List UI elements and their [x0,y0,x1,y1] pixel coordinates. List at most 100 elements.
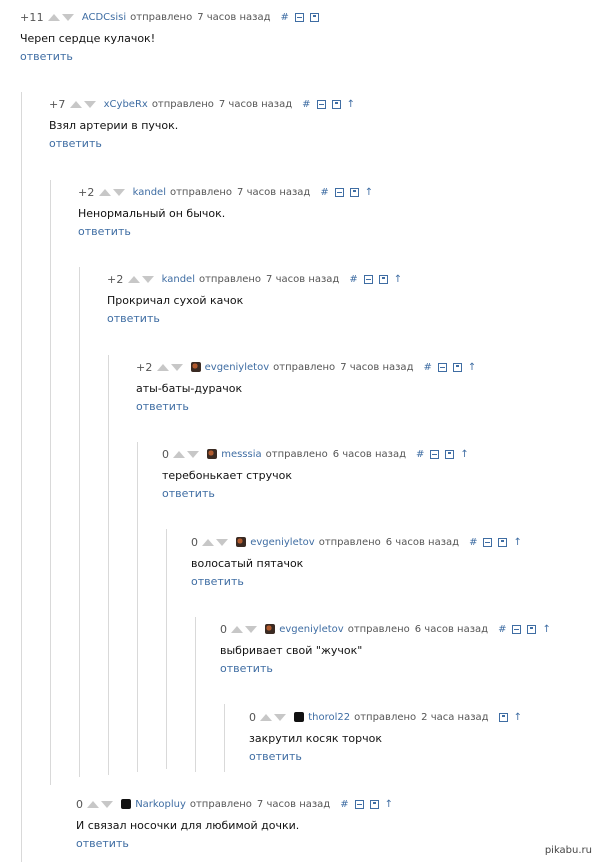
collapse-icon[interactable] [512,624,522,634]
comment-author[interactable]: thorol22 [308,712,350,723]
upvote-icon[interactable] [202,538,215,546]
reply-link[interactable]: ответить [136,400,482,414]
user-avatar-icon[interactable] [265,624,276,634]
collapse-icon[interactable] [294,12,304,22]
site-watermark: pikabu.ru [544,845,592,856]
reply-link[interactable]: ответить [220,662,557,676]
comment-score: 0 [162,447,170,461]
collapse-icon[interactable] [437,362,447,372]
parent-arrow-icon[interactable]: ↑ [385,799,393,810]
save-icon[interactable] [378,274,388,284]
save-icon[interactable] [527,624,537,634]
save-icon[interactable] [309,12,319,22]
comment-meta: отправлено [151,98,214,110]
comment-header: 0 evgeniyletov отправлено 6 часов назад … [220,622,557,636]
comment-score: +7 [49,97,66,111]
permalink-hash-icon[interactable]: # [340,799,348,810]
permalink-hash-icon[interactable]: # [320,187,328,198]
save-icon[interactable] [369,799,379,809]
comment-author[interactable]: evgeniyletov [279,624,344,635]
user-avatar-icon[interactable] [190,362,201,372]
comment-time: 7 часов назад [266,273,340,285]
comment: +2 evgeniyletov отправлено 7 часов назад… [136,360,482,414]
permalink-hash-icon[interactable]: # [469,537,477,548]
upvote-icon[interactable] [98,188,111,196]
parent-arrow-icon[interactable]: ↑ [513,537,521,548]
reply-link[interactable]: ответить [162,487,475,501]
downvote-icon[interactable] [61,13,74,21]
downvote-icon[interactable] [170,363,183,371]
user-avatar-icon[interactable] [236,537,247,547]
reply-link[interactable]: ответить [249,750,528,764]
reply-link[interactable]: ответить [191,575,528,589]
parent-arrow-icon[interactable]: ↑ [514,712,522,723]
upvote-icon[interactable] [260,713,273,721]
permalink-hash-icon[interactable]: # [416,449,424,460]
permalink-hash-icon[interactable]: # [423,362,431,373]
save-icon[interactable] [452,362,462,372]
permalink-hash-icon[interactable]: # [498,624,506,635]
upvote-icon[interactable] [127,275,140,283]
comment-score: +2 [136,360,153,374]
collapse-icon[interactable] [316,99,326,109]
save-icon[interactable] [445,449,455,459]
save-icon[interactable] [498,712,508,722]
permalink-hash-icon[interactable]: # [349,274,357,285]
user-avatar-icon[interactable] [121,799,132,809]
downvote-icon[interactable] [245,625,258,633]
parent-arrow-icon[interactable]: ↑ [347,99,355,110]
comment-time: 6 часов назад [332,448,406,460]
downvote-icon[interactable] [141,275,154,283]
comment-author[interactable]: ACDCsisi [82,12,126,23]
reply-link[interactable]: ответить [78,225,379,239]
collapse-icon[interactable] [430,449,440,459]
downvote-icon[interactable] [101,800,114,808]
comment-author[interactable]: kandel [162,274,195,285]
save-icon[interactable] [331,99,341,109]
upvote-icon[interactable] [87,800,100,808]
collapse-icon[interactable] [363,274,373,284]
comment-time: 7 часов назад [218,98,293,110]
upvote-icon[interactable] [173,450,186,458]
downvote-icon[interactable] [274,713,287,721]
comment-meta: отправлено [130,11,193,23]
reply-link[interactable]: ответить [20,50,325,64]
comment-header: +2 evgeniyletov отправлено 7 часов назад… [136,360,482,374]
downvote-icon[interactable] [112,188,125,196]
collapse-icon[interactable] [334,187,344,197]
comment-score: 0 [76,797,84,811]
parent-arrow-icon[interactable]: ↑ [394,274,402,285]
thread-rail [108,355,109,775]
downvote-icon[interactable] [187,450,200,458]
downvote-icon[interactable] [83,100,96,108]
comment-author[interactable]: messsia [221,449,261,460]
comment-author[interactable]: xCybeRx [104,99,148,110]
user-avatar-icon[interactable] [207,449,218,459]
comment-author[interactable]: kandel [133,187,166,198]
parent-arrow-icon[interactable]: ↑ [460,449,468,460]
reply-link[interactable]: ответить [107,312,408,326]
reply-link[interactable]: ответить [76,837,399,851]
reply-link[interactable]: ответить [49,137,361,151]
collapse-icon[interactable] [483,537,493,547]
parent-arrow-icon[interactable]: ↑ [365,187,373,198]
save-icon[interactable] [498,537,508,547]
permalink-hash-icon[interactable]: # [302,99,310,110]
comment-author[interactable]: Narkopluy [135,799,186,810]
parent-arrow-icon[interactable]: ↑ [468,362,476,373]
comment-time: 6 часов назад [414,623,489,635]
upvote-icon[interactable] [231,625,244,633]
user-avatar-icon[interactable] [294,712,305,722]
permalink-hash-icon[interactable]: # [281,12,289,23]
save-icon[interactable] [349,187,359,197]
collapse-icon[interactable] [354,799,364,809]
comment: 0 evgeniyletov отправлено 6 часов назад … [191,535,528,589]
parent-arrow-icon[interactable]: ↑ [542,624,550,635]
upvote-icon[interactable] [47,13,60,21]
downvote-icon[interactable] [216,538,229,546]
upvote-icon[interactable] [156,363,169,371]
comment-author[interactable]: evgeniyletov [250,537,315,548]
upvote-icon[interactable] [69,100,82,108]
comment-author[interactable]: evgeniyletov [205,362,270,373]
comment: 0 thorol22 отправлено 2 часа назад ↑ зак… [249,710,528,764]
